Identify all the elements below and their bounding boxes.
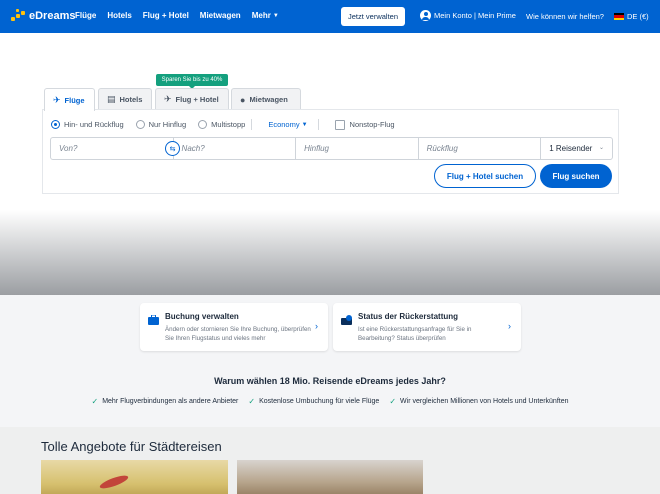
trip-type-oneway[interactable]: Nur Hinflug: [135, 120, 187, 129]
checkmark-icon: ✓: [389, 397, 397, 406]
nonstop-checkbox[interactable]: Nonstop-Flug: [334, 119, 395, 130]
departure-date-input[interactable]: Hinflug: [296, 138, 419, 159]
tab-flight-hotel-label: Flug + Hotel: [175, 95, 219, 104]
nav-more[interactable]: Mehr ▼: [252, 11, 279, 20]
account-label: Mein Konto | Mein Prime: [434, 11, 516, 20]
card-description: Ist eine Rückerstattungsanfrage für Sie …: [358, 326, 472, 342]
card-title: Status der Rückerstattung: [358, 312, 459, 321]
nav-hotels[interactable]: Hotels: [107, 11, 131, 20]
why-title: Warum wählen 18 Mio. Reisende eDreams je…: [214, 376, 446, 386]
divider: [317, 119, 319, 130]
nonstop-label: Nonstop-Flug: [349, 120, 395, 129]
multistop-label: Multistopp: [211, 120, 246, 129]
search-fields: Von? ⇆ Nach? Hinflug Rückflug 1 Reisende…: [50, 137, 613, 160]
nav-more-label: Mehr: [251, 11, 271, 20]
chevron-down-icon: ▼: [272, 13, 279, 19]
briefcase-icon: [148, 315, 159, 325]
origin-placeholder: Von?: [59, 144, 78, 153]
plane-bed-icon: ✈: [164, 94, 172, 104]
tab-hotels[interactable]: ▤ Hotels: [98, 88, 152, 110]
chevron-down-icon: ▼: [301, 122, 308, 128]
trip-type-roundtrip[interactable]: Hin- und Rückflug: [51, 120, 124, 129]
tab-car-rental[interactable]: ● Mietwagen: [231, 88, 301, 110]
refund-icon: [341, 315, 352, 325]
chevron-right-icon: ›: [315, 321, 318, 331]
help-link[interactable]: Wie können wir helfen?: [526, 12, 604, 21]
refund-status-card[interactable]: Status der Rückerstattung Ist eine Rücke…: [333, 303, 521, 351]
checkmark-icon: ✓: [91, 397, 99, 406]
benefit-text: Kostenlose Umbuchung für viele Flüge: [259, 398, 380, 405]
checkbox-icon: [334, 119, 345, 130]
info-section: Buchung verwalten Ändern oder stornieren…: [0, 295, 660, 427]
nav-flight-hotel[interactable]: Flug + Hotel: [143, 11, 189, 20]
trip-type-multistop[interactable]: Multistopp: [198, 120, 245, 129]
user-icon: [420, 10, 431, 21]
departure-placeholder: Hinflug: [304, 144, 329, 153]
manage-booking-button[interactable]: Jetzt verwalten: [341, 7, 405, 26]
chevron-right-icon: ›: [508, 321, 511, 331]
promo-badge: Sparen Sie bis zu 40%: [156, 74, 228, 89]
tab-flights[interactable]: ✈ Flüge: [44, 88, 95, 111]
chevron-down-icon: ⌄: [598, 145, 604, 151]
manage-booking-card[interactable]: Buchung verwalten Ändern oder stornieren…: [140, 303, 328, 351]
cabin-label: Economy: [268, 120, 300, 129]
bed-icon: ▤: [107, 94, 116, 104]
radio-icon: [135, 120, 145, 129]
return-date-input[interactable]: Rückflug: [419, 138, 542, 159]
flight-search-button[interactable]: Flug suchen: [540, 164, 612, 188]
logo-text: eDreams: [29, 10, 76, 22]
account-link[interactable]: Mein Konto | Mein Prime: [420, 10, 516, 21]
trip-options: Hin- und Rückflug Nur Hinflug Multistopp…: [51, 119, 407, 130]
roundtrip-label: Hin- und Rückflug: [64, 120, 124, 129]
flight-search-panel: Hin- und Rückflug Nur Hinflug Multistopp…: [42, 109, 619, 194]
tab-flight-hotel[interactable]: ✈ Flug + Hotel: [155, 88, 229, 110]
tab-hotels-label: Hotels: [119, 95, 143, 104]
checkmark-icon: ✓: [248, 397, 256, 406]
oneway-label: Nur Hinflug: [148, 120, 187, 129]
german-flag-icon: [614, 13, 624, 20]
flight-hotel-search-button[interactable]: Flug + Hotel suchen: [434, 164, 536, 188]
tab-car-rental-label: Mietwagen: [249, 95, 288, 104]
card-description: Ändern oder stornieren Sie Ihre Buchung,…: [165, 326, 311, 342]
deal-image[interactable]: [237, 460, 423, 494]
hero-background: [0, 210, 660, 295]
origin-input[interactable]: Von? ⇆: [51, 138, 180, 159]
plane-icon: ✈: [53, 94, 61, 105]
language-label: DE (€): [627, 12, 649, 21]
travellers-select[interactable]: 1 Reisender ⌄: [541, 138, 612, 159]
edreams-logo[interactable]: eDreams: [11, 9, 75, 23]
travellers-value: 1 Reisender: [549, 144, 593, 153]
tab-flights-label: Flüge: [64, 95, 85, 105]
benefit-text: Mehr Flugverbindungen als andere Anbiete…: [102, 398, 239, 405]
top-header: eDreams Flüge Hotels Flug + Hotel Mietwa…: [0, 0, 660, 33]
benefit-item: ✓ Mehr Flugverbindungen als andere Anbiet…: [91, 397, 238, 406]
return-placeholder: Rückflug: [426, 144, 458, 153]
nav-car-rental[interactable]: Mietwagen: [200, 11, 241, 20]
section-title: Tolle Angebote für Städtereisen: [41, 439, 222, 454]
main-nav: Flüge Hotels Flug + Hotel Mietwagen Mehr…: [75, 11, 290, 20]
destination-input[interactable]: Nach?: [174, 138, 297, 159]
divider: [251, 119, 253, 130]
radio-icon: [198, 120, 208, 129]
radio-selected-icon: [51, 120, 60, 129]
benefit-item: ✓ Wir vergleichen Millionen von Hotels un…: [389, 397, 568, 406]
cabin-class-select[interactable]: Economy ▼: [268, 120, 307, 129]
nav-flights[interactable]: Flüge: [75, 11, 96, 20]
deal-image[interactable]: [41, 460, 228, 494]
language-selector[interactable]: DE (€): [614, 12, 649, 21]
destination-placeholder: Nach?: [181, 144, 205, 153]
benefit-item: ✓ Kostenlose Umbuchung für viele Flüge: [248, 397, 379, 406]
benefits-list: ✓ Mehr Flugverbindungen als andere Anbiet…: [0, 397, 660, 406]
car-icon: ●: [240, 94, 246, 105]
logo-mark-icon: [11, 9, 27, 23]
city-deals-section: Tolle Angebote für Städtereisen: [0, 427, 660, 494]
card-title: Buchung verwalten: [165, 312, 239, 321]
benefit-text: Wir vergleichen Millionen von Hotels und…: [400, 398, 569, 405]
